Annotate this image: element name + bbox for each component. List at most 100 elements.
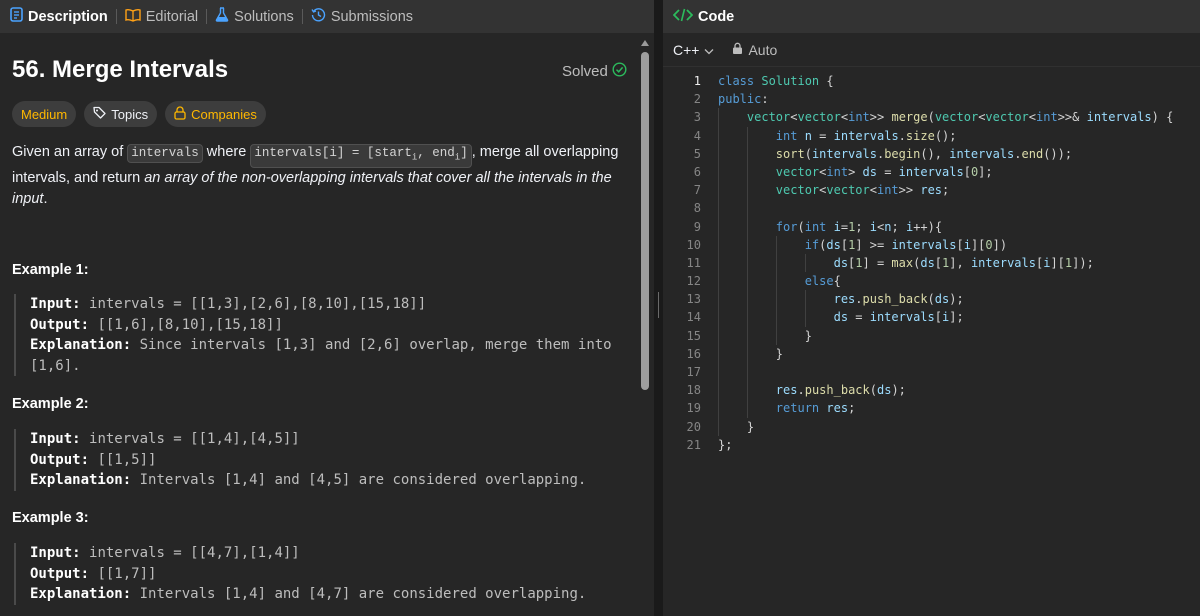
check-circle-icon <box>612 62 627 81</box>
code-line[interactable]: 10 if(ds[1] >= intervals[i][0]) <box>663 236 1200 254</box>
code-line[interactable]: 19 return res; <box>663 399 1200 417</box>
line-number: 18 <box>686 383 701 398</box>
example-input: Input: intervals = [[4,7],[1,4]] <box>30 543 640 564</box>
line-number: 7 <box>693 183 701 198</box>
code-line[interactable]: 2 public: <box>663 90 1200 108</box>
code-line[interactable]: 15 } <box>663 327 1200 345</box>
code-text: sort(intervals.begin(), intervals.end())… <box>775 146 1073 161</box>
code-part: , end <box>417 146 455 160</box>
code-text: }; <box>718 437 733 452</box>
input-label: Input: <box>30 545 81 561</box>
example-title: Example 1: <box>12 262 89 278</box>
example-explanation: Explanation: Since intervals [1,3] and [… <box>30 335 640 376</box>
tab-divider <box>206 9 208 24</box>
code-text: res.push_back(ds); <box>833 292 964 307</box>
code-part: intervals[i] = [start <box>254 146 412 160</box>
code-line[interactable]: 12 else{ <box>663 272 1200 290</box>
line-number: 8 <box>693 201 701 216</box>
code-text: class Solution { <box>718 74 834 88</box>
code-line[interactable]: 6 vector<int> ds = intervals[0]; <box>663 163 1200 181</box>
code-panel-title: Code <box>698 8 735 25</box>
input-value: intervals = [[1,3],[2,6],[8,10],[15,18]] <box>89 296 427 312</box>
line-number: 15 <box>686 328 701 343</box>
code-text: for(int i=1; i<n; i++){ <box>775 219 943 234</box>
code-line[interactable]: 18 res.push_back(ds); <box>663 381 1200 399</box>
example-title: Example 2: <box>12 396 89 412</box>
example-output: Output: [[1,7]] <box>30 564 640 585</box>
line-number: 17 <box>686 365 701 379</box>
line-number: 9 <box>693 219 701 234</box>
tab-solutions[interactable]: Solutions <box>211 7 298 26</box>
line-number: 3 <box>693 110 701 125</box>
code-text: } <box>718 346 784 361</box>
problem-tabbar: Description Editorial Solutions Submissi… <box>0 0 654 33</box>
output-value: [[1,5]] <box>97 451 157 468</box>
problem-panel: Description Editorial Solutions Submissi… <box>0 0 654 616</box>
code-icon <box>672 8 694 26</box>
scrollbar-thumb[interactable] <box>641 52 649 390</box>
output-label: Output: <box>30 565 90 582</box>
inline-code: intervals <box>127 144 203 163</box>
difficulty-badge: Medium <box>12 101 77 127</box>
code-line[interactable]: 16 } <box>663 345 1200 363</box>
explanation-label: Explanation: <box>30 337 132 353</box>
auto-mode[interactable]: Auto <box>732 42 777 58</box>
companies-label: Companies <box>191 106 257 122</box>
tab-editorial[interactable]: Editorial <box>121 8 202 26</box>
code-line[interactable]: 5 sort(intervals.begin(), intervals.end(… <box>663 145 1200 163</box>
code-line[interactable]: 4 int n = intervals.size(); <box>663 127 1200 145</box>
problem-tags: Medium Topics Companies <box>12 101 266 127</box>
example-block: Input: intervals = [[1,3],[2,6],[8,10],[… <box>14 294 640 376</box>
explanation-value: Intervals [1,4] and [4,7] are considered… <box>139 586 587 602</box>
desc-text: . <box>43 190 48 207</box>
code-line[interactable]: 1 class Solution { <box>663 72 1200 90</box>
topics-label: Topics <box>111 106 149 122</box>
code-line[interactable]: 13 res.push_back(ds); <box>663 290 1200 308</box>
code-line[interactable]: 11 ds[1] = max(ds[1], intervals[i][1]); <box>663 254 1200 272</box>
solved-label: Solved <box>562 63 608 80</box>
line-number: 10 <box>686 237 701 252</box>
line-number: 21 <box>686 437 701 452</box>
code-line[interactable]: 9 for(int i=1; i<n; i++){ <box>663 218 1200 236</box>
line-number: 1 <box>693 74 701 88</box>
explanation-label: Explanation: <box>30 586 132 602</box>
explanation-value: Intervals [1,4] and [4,5] are considered… <box>139 472 587 488</box>
explanation-label: Explanation: <box>30 472 132 488</box>
code-line[interactable]: 14 ds = intervals[i]; <box>663 308 1200 326</box>
code-text: res.push_back(ds); <box>775 383 906 398</box>
code-line[interactable]: 20 } <box>663 418 1200 436</box>
lock-icon <box>174 105 186 123</box>
solved-status: Solved <box>562 62 627 81</box>
indent-guide <box>805 290 806 327</box>
resize-grip[interactable] <box>658 292 659 318</box>
code-line[interactable]: 21}; <box>663 436 1200 454</box>
example-block: Input: intervals = [[4,7],[1,4]] Output:… <box>14 543 640 605</box>
code-editor[interactable]: 1 class Solution {2 public: 3 vector<vector… <box>663 72 1200 454</box>
flask-icon <box>215 7 229 26</box>
tab-description[interactable]: Description <box>0 7 112 26</box>
code-line[interactable]: 3 vector<vector<int>> merge(vector<vecto… <box>663 108 1200 126</box>
auto-label: Auto <box>748 41 778 58</box>
language-select[interactable]: C++ <box>673 42 714 58</box>
companies-button[interactable]: Companies <box>165 101 266 127</box>
example-input: Input: intervals = [[1,4],[4,5]] <box>30 429 640 450</box>
description-scrollbar[interactable] <box>640 40 650 616</box>
line-number: 19 <box>686 401 701 416</box>
code-text: vector<vector<int>> res; <box>775 183 950 198</box>
code-line[interactable]: 7 vector<vector<int>> res; <box>663 181 1200 199</box>
editor-toolbar: C++ Auto <box>663 33 1200 67</box>
tab-label: Submissions <box>330 8 414 25</box>
topics-button[interactable]: Topics <box>84 101 158 127</box>
panel-resize-handle[interactable] <box>654 0 663 616</box>
code-line[interactable]: 17 <box>663 363 1200 381</box>
tab-submissions[interactable]: Submissions <box>307 7 417 26</box>
desc-text: where <box>202 144 251 160</box>
code-line[interactable]: 8 <box>663 199 1200 217</box>
example-explanation: Explanation: Intervals [1,4] and [4,5] a… <box>30 470 640 491</box>
line-number: 6 <box>693 164 701 179</box>
tab-label: Description <box>28 8 108 25</box>
scroll-up-arrow-icon[interactable] <box>641 40 649 46</box>
example-input: Input: intervals = [[1,3],[2,6],[8,10],[… <box>30 294 640 315</box>
